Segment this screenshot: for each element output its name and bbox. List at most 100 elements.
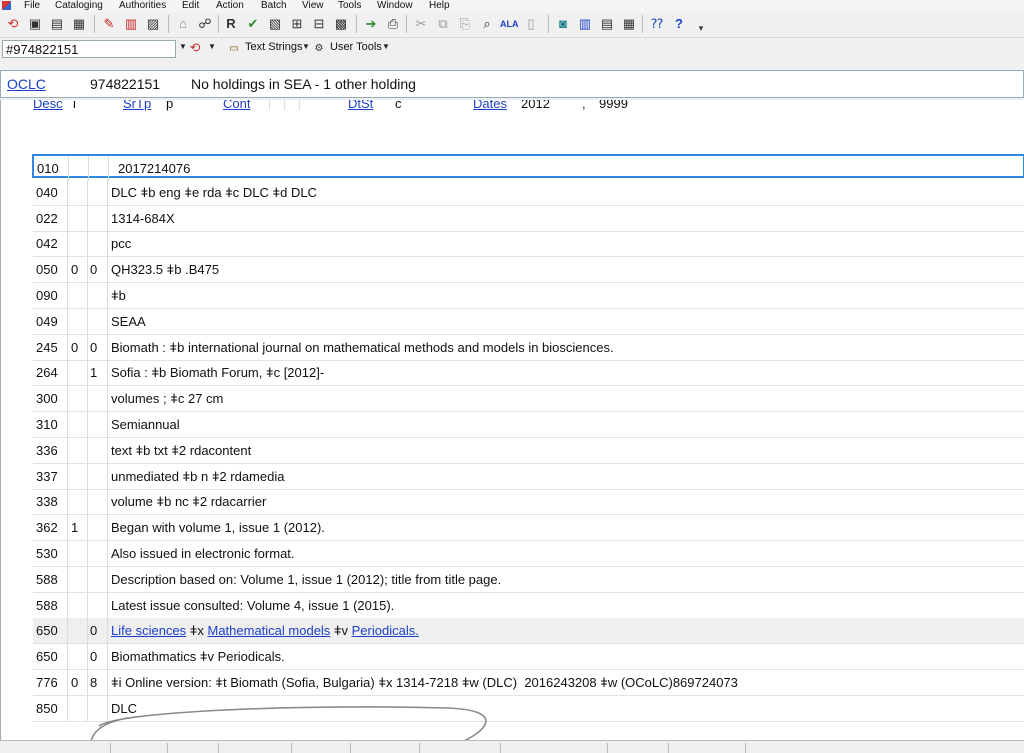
fixed-field-date2[interactable]: 9999 bbox=[599, 100, 628, 111]
field-tag[interactable]: 040 bbox=[36, 180, 66, 205]
field-row-245[interactable]: 245 0 0 Biomath : ǂb international journal … bbox=[33, 334, 1024, 361]
chevron-down-icon[interactable]: ▼ bbox=[302, 42, 310, 51]
menu-file[interactable]: File bbox=[24, 0, 40, 12]
fixed-field-cont-cell[interactable] bbox=[269, 100, 284, 110]
fixed-field-dtst-label[interactable]: DtSt bbox=[348, 100, 373, 111]
validate-check-icon[interactable]: ✔ bbox=[244, 15, 262, 33]
field-indicator-1[interactable]: 0 bbox=[71, 257, 85, 282]
field-tag[interactable]: 588 bbox=[36, 567, 66, 592]
field-row-336[interactable]: 336 text ǂb txt ǂ2 rdacontent bbox=[33, 437, 1024, 464]
field-tag[interactable]: 090 bbox=[36, 283, 66, 308]
field-row-022[interactable]: 022 1314-684X bbox=[33, 205, 1024, 232]
field-content[interactable]: Description based on: Volume 1, issue 1 … bbox=[111, 567, 501, 592]
field-indicator-2[interactable]: 0 bbox=[90, 644, 104, 669]
fixed-field-cont-label[interactable]: Cont bbox=[223, 100, 250, 111]
logon-icon[interactable]: ⟲ bbox=[186, 39, 204, 57]
field-row-090[interactable]: 090 ǂb bbox=[33, 283, 1024, 309]
field-row-588[interactable]: 588 Description based on: Volume 1, issue… bbox=[33, 566, 1024, 593]
field-row-850[interactable]: 850 DLC bbox=[33, 695, 1024, 722]
field-tag[interactable]: 776 bbox=[36, 670, 66, 695]
cut-icon[interactable]: ✂ bbox=[412, 15, 430, 33]
validate-icon[interactable]: ☍ bbox=[196, 15, 214, 33]
field-row-650[interactable]: 650 0 Biomathmatics ǂv Periodicals. bbox=[33, 644, 1024, 671]
field-content[interactable]: 1314-684X bbox=[111, 206, 175, 231]
fixed-field-cont-cell[interactable] bbox=[284, 100, 299, 110]
fixed-field-desc-label[interactable]: Desc bbox=[33, 100, 63, 111]
field-tag[interactable]: 042 bbox=[36, 231, 66, 256]
field-content[interactable]: volumes ; ǂc 27 cm bbox=[111, 386, 223, 411]
chevron-down-icon[interactable]: ▼ bbox=[208, 42, 216, 51]
field-content[interactable]: 2017214076 bbox=[118, 156, 190, 181]
menu-batch[interactable]: Batch bbox=[261, 0, 287, 12]
fixed-field-dtst-value[interactable]: c bbox=[395, 100, 402, 111]
field-indicator-2[interactable]: 0 bbox=[90, 335, 104, 360]
field-content[interactable]: Semiannual bbox=[111, 412, 180, 437]
add-to-list-icon[interactable]: ⊟ bbox=[310, 15, 328, 33]
field-content[interactable]: ǂi Online version: ǂt Biomath (Sofia, Bu… bbox=[111, 670, 738, 695]
field-content[interactable]: Life sciences ǂx Mathematical models ǂv … bbox=[111, 618, 419, 643]
fixed-field-desc-value[interactable]: i bbox=[73, 100, 76, 111]
field-tag[interactable]: 850 bbox=[36, 696, 66, 721]
field-content[interactable]: SEAA bbox=[111, 309, 146, 334]
menu-cataloging[interactable]: Cataloging bbox=[55, 0, 103, 12]
reformat-icon[interactable]: R bbox=[222, 15, 240, 33]
send-icon[interactable]: ➔ bbox=[362, 15, 380, 33]
field-tag[interactable]: 049 bbox=[36, 309, 66, 334]
ala-characters-icon[interactable]: ALA bbox=[500, 15, 519, 33]
field-indicator-2[interactable]: 0 bbox=[90, 618, 104, 643]
field-indicator-1[interactable]: 0 bbox=[71, 670, 85, 695]
field-indicator-1[interactable]: 0 bbox=[71, 335, 85, 360]
fixed-field-cont-cell[interactable] bbox=[299, 100, 314, 110]
search-record-icon[interactable]: ▣ bbox=[26, 15, 44, 33]
authority-search-icon[interactable]: ✎ bbox=[100, 15, 118, 33]
field-content[interactable]: ǂb bbox=[111, 283, 126, 308]
field-tag[interactable]: 650 bbox=[36, 644, 66, 669]
heading-link-periodicals[interactable]: Periodicals. bbox=[352, 623, 419, 638]
insert-icon[interactable]: ▯ bbox=[522, 15, 540, 33]
menu-edit[interactable]: Edit bbox=[182, 0, 199, 12]
copy-icon[interactable]: ⧉ bbox=[434, 15, 452, 33]
fixed-field-dates-label[interactable]: Dates bbox=[473, 100, 507, 111]
field-content[interactable]: unmediated ǂb n ǂ2 rdamedia bbox=[111, 464, 284, 489]
field-tag[interactable]: 650 bbox=[36, 618, 66, 643]
save-icon[interactable]: ▩ bbox=[332, 15, 350, 33]
field-row-530[interactable]: 530 Also issued in electronic format. bbox=[33, 541, 1024, 567]
field-tag[interactable]: 245 bbox=[36, 335, 66, 360]
field-tag[interactable]: 336 bbox=[36, 438, 66, 463]
field-content[interactable]: Biomathmatics ǂv Periodicals. bbox=[111, 644, 285, 669]
field-tag[interactable]: 022 bbox=[36, 206, 66, 231]
field-tag[interactable]: 588 bbox=[36, 593, 66, 618]
menu-authorities[interactable]: Authorities bbox=[119, 0, 166, 12]
field-content[interactable]: Biomath : ǂb international journal on ma… bbox=[111, 335, 614, 360]
menu-action[interactable]: Action bbox=[216, 0, 244, 12]
field-tag[interactable]: 264 bbox=[36, 360, 66, 385]
field-row-040[interactable]: 040 DLC ǂb eng ǂe rda ǂc DLC ǂd DLC bbox=[33, 179, 1024, 206]
menu-window[interactable]: Window bbox=[377, 0, 413, 12]
field-content[interactable]: Also issued in electronic format. bbox=[111, 541, 295, 566]
field-tag[interactable]: 310 bbox=[36, 412, 66, 437]
print-icon[interactable]: ⎙ bbox=[384, 15, 402, 33]
menu-view[interactable]: View bbox=[302, 0, 324, 12]
heading-link-life-sciences[interactable]: Life sciences bbox=[111, 623, 186, 638]
field-row-362[interactable]: 362 1 Began with volume 1, issue 1 (2012). bbox=[33, 515, 1024, 542]
field-content[interactable]: DLC ǂb eng ǂe rda ǂc DLC ǂd DLC bbox=[111, 180, 317, 205]
field-content[interactable]: Latest issue consulted: Volume 4, issue … bbox=[111, 593, 394, 618]
field-tag[interactable]: 338 bbox=[36, 489, 66, 514]
keyword-search-icon[interactable]: ▦ bbox=[70, 15, 88, 33]
field-content[interactable]: QH323.5 ǂb .B475 bbox=[111, 257, 219, 282]
fixed-field-date1[interactable]: 2012 bbox=[521, 100, 550, 111]
field-tag[interactable]: 300 bbox=[36, 386, 66, 411]
user-tools-button[interactable]: User Tools bbox=[330, 41, 382, 53]
authority-keyword-icon[interactable]: ▨ bbox=[144, 15, 162, 33]
replace-icon[interactable]: ⌂ bbox=[174, 15, 192, 33]
field-row-042[interactable]: 042 pcc bbox=[33, 231, 1024, 258]
authority-browse-icon[interactable]: ▥ bbox=[122, 15, 140, 33]
help-icon[interactable]: ? bbox=[670, 15, 688, 33]
field-row-010[interactable]: 010 2017214076 bbox=[32, 154, 1024, 181]
field-row-337[interactable]: 337 unmediated ǂb n ǂ2 rdamedia bbox=[33, 463, 1024, 490]
field-row-300[interactable]: 300 volumes ; ǂc 27 cm bbox=[33, 386, 1024, 413]
labels-view-icon[interactable]: ▤ bbox=[598, 15, 616, 33]
command-line-input[interactable]: #974822151 bbox=[2, 40, 176, 58]
text-strings-button[interactable]: Text Strings bbox=[245, 41, 302, 53]
field-content[interactable]: volume ǂb nc ǂ2 rdacarrier bbox=[111, 489, 266, 514]
